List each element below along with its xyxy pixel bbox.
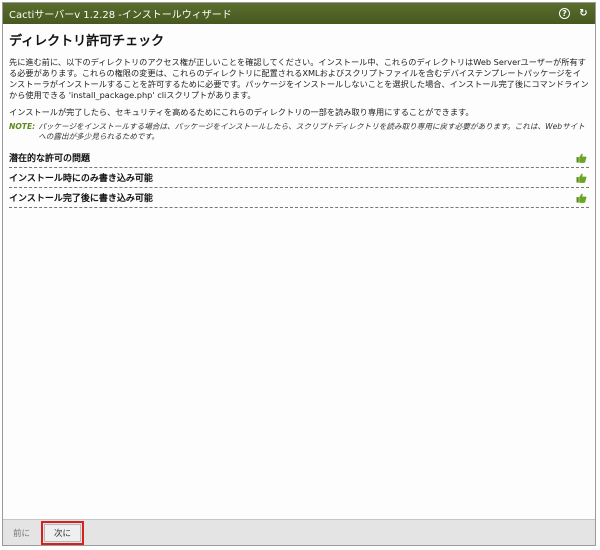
thumbs-up-icon [576,153,587,163]
installer-window: Cactiサーバーv 1.2.28 -インストールウィザード ? ↻ ディレクト… [2,2,596,546]
intro-paragraph: 先に進む前に、以下のディレクトリのアクセス権が正しいことを確認してください。イン… [9,57,589,100]
window-title: Cactiサーバーv 1.2.28 -インストールウィザード [9,10,232,21]
refresh-icon[interactable]: ↻ [578,8,589,19]
thumbs-up-icon [576,193,587,203]
help-icon[interactable]: ? [559,8,570,19]
main-content: ディレクトリ許可チェック 先に進む前に、以下のディレクトリのアクセス権が正しいこ… [3,24,595,519]
wizard-footer: 前に 次に [3,519,595,545]
permission-row-label: インストール完了後に書き込み可能 [9,194,153,204]
thumbs-up-icon [576,173,587,183]
permission-row-label: 潜在的な許可の問題 [9,154,91,164]
titlebar-icons: ? ↻ [559,8,595,19]
note-text: パッケージをインストールする場合は、パッケージをインストールしたら、スクリプトデ… [38,122,585,141]
permission-row-potential-issues: 潜在的な許可の問題 [9,148,589,168]
note-label: NOTE: [9,122,36,131]
title-bar: Cactiサーバーv 1.2.28 -インストールウィザード ? ↻ [3,3,595,24]
readonly-paragraph: インストールが完了したら、セキュリティを高めるためにこれらのディレクトリの一部を… [9,107,474,117]
permission-row-install-only: インストール時にのみ書き込み可能 [9,168,589,188]
permission-row-label: インストール時にのみ書き込み可能 [9,174,153,184]
previous-button[interactable]: 前に [7,524,36,542]
note-block: NOTE: パッケージをインストールする場合は、パッケージをインストールしたら、… [9,122,589,142]
page-title: ディレクトリ許可チェック [9,34,165,49]
permission-row-after-install: インストール完了後に書き込み可能 [9,188,589,208]
next-button[interactable]: 次に [41,520,85,545]
